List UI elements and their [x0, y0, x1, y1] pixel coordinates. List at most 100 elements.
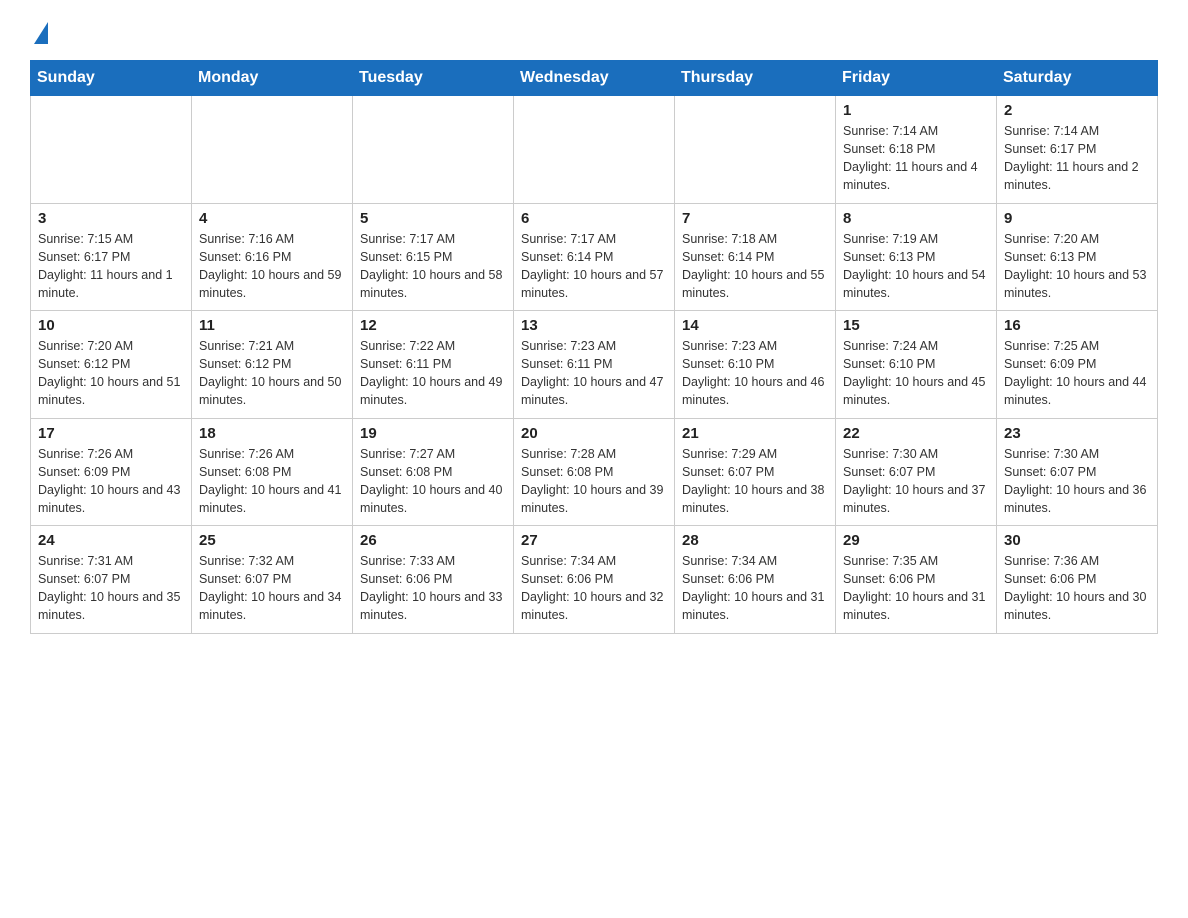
calendar-cell: 23 Sunrise: 7:30 AMSunset: 6:07 PMDayligh… [997, 418, 1158, 526]
calendar-cell: 18Sunrise: 7:26 AMSunset: 6:08 PMDayligh… [192, 418, 353, 526]
day-info: Sunrise: 7:32 AMSunset: 6:07 PMDaylight:… [199, 552, 345, 625]
header-sunday: Sunday [31, 61, 192, 96]
calendar-cell: 3 Sunrise: 7:15 AMSunset: 6:17 PMDaylight… [31, 203, 192, 311]
calendar-cell: 27 Sunrise: 7:34 AMSunset: 6:06 PMDayligh… [514, 526, 675, 634]
calendar-cell: 14Sunrise: 7:23 AMSunset: 6:10 PMDayligh… [675, 311, 836, 419]
calendar-cell: 13 Sunrise: 7:23 AMSunset: 6:11 PMDayligh… [514, 311, 675, 419]
calendar-week-row: 10 Sunrise: 7:20 AMSunset: 6:12 PMDayligh… [31, 311, 1158, 419]
day-info: Sunrise: 7:30 AMSunset: 6:07 PMDaylight:… [1004, 445, 1150, 518]
calendar-cell: 12Sunrise: 7:22 AMSunset: 6:11 PMDayligh… [353, 311, 514, 419]
calendar-cell [675, 96, 836, 204]
day-number: 16 [1004, 317, 1150, 334]
day-number: 24 [38, 532, 184, 549]
calendar-cell [31, 96, 192, 204]
day-info: Sunrise: 7:28 AMSunset: 6:08 PMDaylight:… [521, 445, 667, 518]
day-number: 13 [521, 317, 667, 334]
day-info: Sunrise: 7:34 AMSunset: 6:06 PMDaylight:… [521, 552, 667, 625]
day-number: 26 [360, 532, 506, 549]
day-info: Sunrise: 7:20 AMSunset: 6:12 PMDaylight:… [38, 337, 184, 410]
day-number: 12 [360, 317, 506, 334]
calendar-cell: 5Sunrise: 7:17 AMSunset: 6:15 PMDaylight… [353, 203, 514, 311]
day-number: 8 [843, 210, 989, 227]
day-info: Sunrise: 7:24 AMSunset: 6:10 PMDaylight:… [843, 337, 989, 410]
day-info: Sunrise: 7:31 AMSunset: 6:07 PMDaylight:… [38, 552, 184, 625]
day-info: Sunrise: 7:23 AMSunset: 6:10 PMDaylight:… [682, 337, 828, 410]
day-number: 21 [682, 425, 828, 442]
day-info: Sunrise: 7:23 AMSunset: 6:11 PMDaylight:… [521, 337, 667, 410]
calendar-cell: 20 Sunrise: 7:28 AMSunset: 6:08 PMDayligh… [514, 418, 675, 526]
day-number: 11 [199, 317, 345, 334]
day-info: Sunrise: 7:19 AMSunset: 6:13 PMDaylight:… [843, 230, 989, 303]
header [30, 20, 1158, 40]
calendar-cell: 11 Sunrise: 7:21 AMSunset: 6:12 PMDayligh… [192, 311, 353, 419]
calendar-week-row: 24 Sunrise: 7:31 AMSunset: 6:07 PMDayligh… [31, 526, 1158, 634]
header-thursday: Thursday [675, 61, 836, 96]
calendar-cell: 2 Sunrise: 7:14 AMSunset: 6:17 PMDaylight… [997, 96, 1158, 204]
day-number: 17 [38, 425, 184, 442]
calendar-cell: 10 Sunrise: 7:20 AMSunset: 6:12 PMDayligh… [31, 311, 192, 419]
day-info: Sunrise: 7:17 AMSunset: 6:14 PMDaylight:… [521, 230, 667, 303]
day-number: 3 [38, 210, 184, 227]
day-number: 7 [682, 210, 828, 227]
calendar-week-row: 17 Sunrise: 7:26 AMSunset: 6:09 PMDayligh… [31, 418, 1158, 526]
calendar-cell: 26Sunrise: 7:33 AMSunset: 6:06 PMDayligh… [353, 526, 514, 634]
day-number: 25 [199, 532, 345, 549]
day-info: Sunrise: 7:15 AMSunset: 6:17 PMDaylight:… [38, 230, 184, 303]
calendar-cell: 24 Sunrise: 7:31 AMSunset: 6:07 PMDayligh… [31, 526, 192, 634]
calendar-week-row: 1 Sunrise: 7:14 AMSunset: 6:18 PMDaylight… [31, 96, 1158, 204]
header-saturday: Saturday [997, 61, 1158, 96]
day-number: 18 [199, 425, 345, 442]
day-info: Sunrise: 7:25 AMSunset: 6:09 PMDaylight:… [1004, 337, 1150, 410]
calendar-cell: 16 Sunrise: 7:25 AMSunset: 6:09 PMDayligh… [997, 311, 1158, 419]
calendar-cell: 17 Sunrise: 7:26 AMSunset: 6:09 PMDayligh… [31, 418, 192, 526]
logo [30, 20, 48, 40]
day-number: 22 [843, 425, 989, 442]
calendar-week-row: 3 Sunrise: 7:15 AMSunset: 6:17 PMDaylight… [31, 203, 1158, 311]
day-info: Sunrise: 7:35 AMSunset: 6:06 PMDaylight:… [843, 552, 989, 625]
calendar-cell: 6 Sunrise: 7:17 AMSunset: 6:14 PMDaylight… [514, 203, 675, 311]
day-info: Sunrise: 7:14 AMSunset: 6:18 PMDaylight:… [843, 122, 989, 195]
header-friday: Friday [836, 61, 997, 96]
day-info: Sunrise: 7:16 AMSunset: 6:16 PMDaylight:… [199, 230, 345, 303]
day-number: 10 [38, 317, 184, 334]
calendar-cell: 28Sunrise: 7:34 AMSunset: 6:06 PMDayligh… [675, 526, 836, 634]
calendar-header-row: SundayMondayTuesdayWednesdayThursdayFrid… [31, 61, 1158, 96]
day-number: 9 [1004, 210, 1150, 227]
day-info: Sunrise: 7:29 AMSunset: 6:07 PMDaylight:… [682, 445, 828, 518]
day-info: Sunrise: 7:30 AMSunset: 6:07 PMDaylight:… [843, 445, 989, 518]
calendar-cell [514, 96, 675, 204]
day-info: Sunrise: 7:27 AMSunset: 6:08 PMDaylight:… [360, 445, 506, 518]
day-number: 27 [521, 532, 667, 549]
calendar-cell: 1 Sunrise: 7:14 AMSunset: 6:18 PMDaylight… [836, 96, 997, 204]
day-number: 2 [1004, 102, 1150, 119]
calendar-cell: 8 Sunrise: 7:19 AMSunset: 6:13 PMDaylight… [836, 203, 997, 311]
calendar-cell [353, 96, 514, 204]
calendar-cell [192, 96, 353, 204]
day-info: Sunrise: 7:18 AMSunset: 6:14 PMDaylight:… [682, 230, 828, 303]
logo-triangle-icon [34, 22, 48, 44]
day-info: Sunrise: 7:14 AMSunset: 6:17 PMDaylight:… [1004, 122, 1150, 195]
day-number: 23 [1004, 425, 1150, 442]
day-number: 15 [843, 317, 989, 334]
calendar-cell: 19 Sunrise: 7:27 AMSunset: 6:08 PMDayligh… [353, 418, 514, 526]
day-info: Sunrise: 7:26 AMSunset: 6:09 PMDaylight:… [38, 445, 184, 518]
day-number: 6 [521, 210, 667, 227]
calendar-cell: 22 Sunrise: 7:30 AMSunset: 6:07 PMDayligh… [836, 418, 997, 526]
header-monday: Monday [192, 61, 353, 96]
day-number: 19 [360, 425, 506, 442]
calendar-cell: 30Sunrise: 7:36 AMSunset: 6:06 PMDayligh… [997, 526, 1158, 634]
header-tuesday: Tuesday [353, 61, 514, 96]
day-number: 29 [843, 532, 989, 549]
calendar-cell: 21 Sunrise: 7:29 AMSunset: 6:07 PMDayligh… [675, 418, 836, 526]
calendar-cell: 7 Sunrise: 7:18 AMSunset: 6:14 PMDaylight… [675, 203, 836, 311]
day-info: Sunrise: 7:20 AMSunset: 6:13 PMDaylight:… [1004, 230, 1150, 303]
calendar-cell: 9 Sunrise: 7:20 AMSunset: 6:13 PMDaylight… [997, 203, 1158, 311]
day-info: Sunrise: 7:36 AMSunset: 6:06 PMDaylight:… [1004, 552, 1150, 625]
calendar-table: SundayMondayTuesdayWednesdayThursdayFrid… [30, 60, 1158, 634]
day-number: 5 [360, 210, 506, 227]
day-info: Sunrise: 7:21 AMSunset: 6:12 PMDaylight:… [199, 337, 345, 410]
day-number: 20 [521, 425, 667, 442]
header-wednesday: Wednesday [514, 61, 675, 96]
calendar-cell: 29 Sunrise: 7:35 AMSunset: 6:06 PMDayligh… [836, 526, 997, 634]
day-number: 1 [843, 102, 989, 119]
